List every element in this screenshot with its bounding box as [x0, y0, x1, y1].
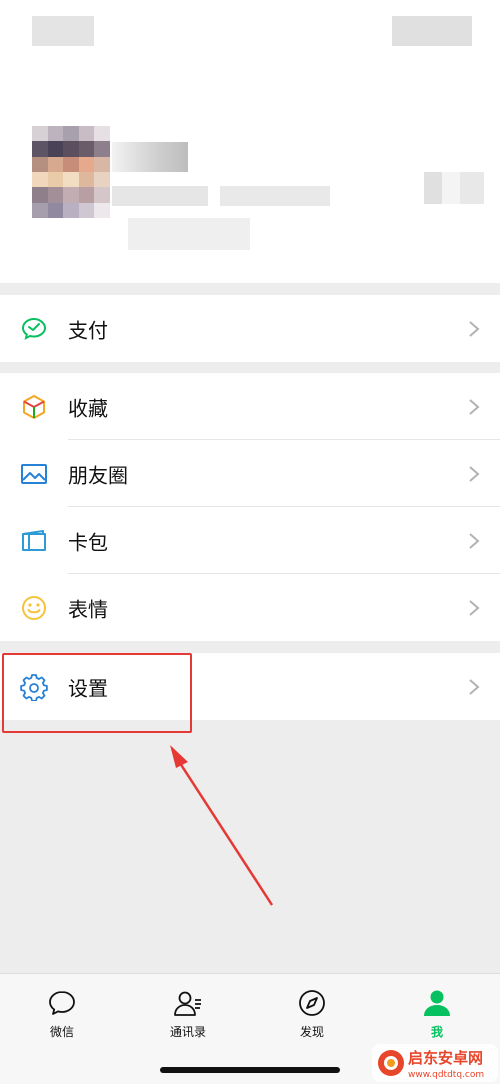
- top-right-blur[interactable]: [392, 16, 472, 46]
- avatar[interactable]: [32, 126, 110, 218]
- contacts-icon: [174, 991, 201, 1016]
- tab-me[interactable]: 我: [397, 988, 477, 1040]
- qr-chevron-blur[interactable]: [424, 172, 484, 204]
- chevron-right-icon: [469, 465, 480, 482]
- wechat-id-blur-1: [112, 186, 208, 206]
- tab-label: 我: [430, 1025, 443, 1039]
- tab-chats[interactable]: 微信: [22, 988, 102, 1040]
- menu-item-label: 卡包: [68, 530, 108, 554]
- watermark-text: 启东安卓网 www.qdtdtq.com: [408, 1049, 484, 1080]
- watermark-logo-icon: [378, 1050, 404, 1076]
- tab-discover[interactable]: 发现: [272, 988, 352, 1040]
- top-left-blur: [32, 16, 94, 46]
- profile-header[interactable]: [0, 0, 500, 283]
- compass-icon: [299, 990, 325, 1016]
- chevron-right-icon: [469, 532, 480, 549]
- wechat-pay-icon: [21, 317, 47, 340]
- smiley-icon: [22, 595, 46, 620]
- menu-item-label: 表情: [68, 597, 108, 621]
- chat-bubble-icon: [49, 991, 75, 1015]
- person-icon: [424, 990, 450, 1016]
- status-blur: [128, 218, 250, 250]
- chevron-right-icon: [469, 398, 480, 415]
- tab-contacts[interactable]: 通讯录: [148, 988, 228, 1040]
- svg-text:www.qdtdtq.com: www.qdtdtq.com: [408, 1070, 484, 1080]
- annotation-highlight-box: [2, 653, 192, 733]
- wechat-id-blur-2: [220, 186, 330, 206]
- picture-icon: [21, 463, 47, 484]
- chevron-right-icon: [469, 599, 480, 616]
- tab-label: 微信: [49, 1025, 74, 1039]
- menu-group-main: 收藏 朋友圈 卡包 表情: [0, 373, 500, 641]
- menu-item-moments[interactable]: 朋友圈: [0, 440, 500, 507]
- menu-item-stickers[interactable]: 表情: [0, 574, 500, 641]
- tab-label: 通讯录: [169, 1025, 206, 1039]
- home-indicator[interactable]: [160, 1067, 340, 1073]
- chevron-right-icon: [469, 678, 480, 695]
- tab-label: 发现: [299, 1025, 324, 1039]
- watermark: 启东安卓网 www.qdtdtq.com: [372, 1044, 498, 1082]
- menu-item-label: 收藏: [68, 396, 108, 420]
- menu-item-pay[interactable]: 支付: [0, 295, 500, 362]
- svg-text:启东安卓网: 启东安卓网: [408, 1049, 483, 1067]
- menu-item-cards[interactable]: 卡包: [0, 507, 500, 574]
- cube-icon: [23, 394, 45, 419]
- menu-item-favorites[interactable]: 收藏: [0, 373, 500, 440]
- menu-item-label: 朋友圈: [68, 463, 128, 487]
- menu-group-pay: 支付: [0, 295, 500, 362]
- menu-item-label: 支付: [68, 318, 108, 342]
- nickname-blur: [112, 142, 188, 172]
- card-icon: [22, 529, 46, 551]
- chevron-right-icon: [469, 320, 480, 337]
